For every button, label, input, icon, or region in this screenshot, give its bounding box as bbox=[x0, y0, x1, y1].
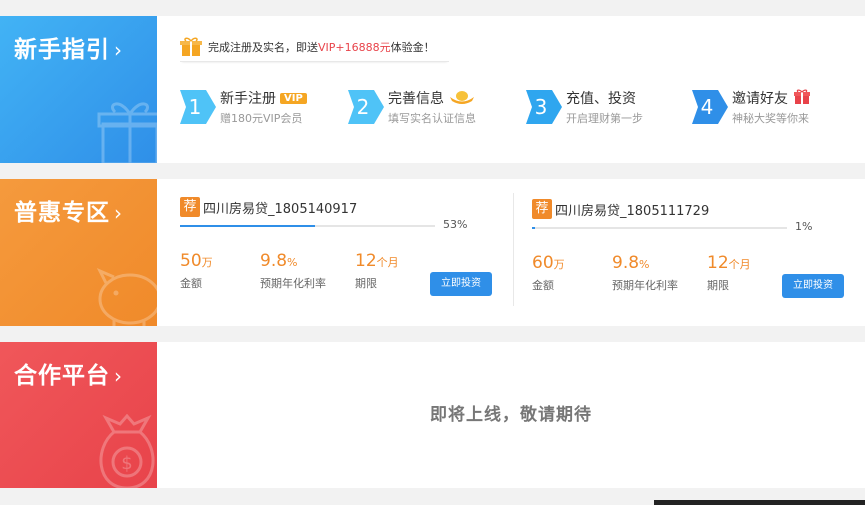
guide-steps: 1 新手注册 VIP 赠180元VIP会员 2 完善信息 填写实名认证信息 3 充… bbox=[180, 88, 840, 128]
recommend-tag: 荐 bbox=[532, 199, 552, 219]
rate-stat: 9.8% 预期年化利率 bbox=[612, 253, 678, 292]
newbie-guide-title[interactable]: 新手指引 › bbox=[14, 30, 123, 64]
product-divider bbox=[513, 193, 514, 306]
rate-stat: 9.8% 预期年化利率 bbox=[260, 251, 326, 290]
progress-label: 1% bbox=[795, 220, 813, 233]
product-name[interactable]: 四川房易贷_1805111729 bbox=[555, 200, 709, 219]
promo-highlight: VIP+16888元 bbox=[318, 40, 391, 54]
money-bag-icon: $ bbox=[99, 414, 155, 488]
progress-fill bbox=[180, 225, 316, 227]
gift-icon bbox=[180, 37, 202, 56]
partner-section: 合作平台 › $ 即将上线，敬请期待 bbox=[0, 342, 865, 488]
coming-soon-text: 即将上线，敬请期待 bbox=[430, 405, 592, 425]
piggy-bank-icon bbox=[96, 268, 157, 326]
progress-bar bbox=[180, 225, 435, 227]
benefits-title[interactable]: 普惠专区 › bbox=[14, 193, 123, 227]
progress-label: 53% bbox=[443, 218, 468, 231]
amount-stat: 50万 金额 bbox=[180, 251, 213, 290]
product-card[interactable]: 荐 四川房易贷_1805140917 53% 50万 金额 9.8% 预期年化利… bbox=[180, 197, 500, 312]
recommend-tag: 荐 bbox=[180, 197, 200, 217]
gift-box-icon bbox=[97, 102, 157, 163]
partner-sidebar[interactable]: 合作平台 › $ bbox=[0, 342, 157, 488]
newbie-guide-sidebar[interactable]: 新手指引 › bbox=[0, 16, 157, 163]
vip-badge: VIP bbox=[280, 93, 307, 104]
newbie-guide-section: 新手指引 › 完成注册及实名，即送 VIP+16888元 体验金！ 1 新手注册 VIP… bbox=[0, 16, 865, 163]
chevron-right-icon: › bbox=[114, 364, 123, 388]
gold-ingot-icon bbox=[450, 91, 475, 104]
product-name[interactable]: 四川房易贷_1805140917 bbox=[203, 198, 357, 217]
progress-fill bbox=[532, 227, 535, 229]
chevron-right-icon: › bbox=[114, 201, 123, 225]
term-stat: 12个月 期限 bbox=[355, 251, 399, 290]
invest-now-button[interactable]: 立即投资 bbox=[782, 274, 844, 298]
bottom-edge bbox=[654, 500, 865, 505]
partner-title[interactable]: 合作平台 › bbox=[14, 356, 123, 390]
term-stat: 12个月 期限 bbox=[707, 253, 751, 292]
product-card[interactable]: 荐 四川房易贷_1805111729 1% 60万 金额 9.8% 预期年化利率… bbox=[532, 199, 852, 314]
amount-stat: 60万 金额 bbox=[532, 253, 565, 292]
chevron-right-icon: › bbox=[114, 38, 123, 62]
benefits-section: 普惠专区 › 荐 四川房易贷_1805140917 53% 50万 金额 9.8%… bbox=[0, 179, 865, 326]
gift-icon bbox=[794, 89, 811, 104]
benefits-sidebar[interactable]: 普惠专区 › bbox=[0, 179, 157, 326]
promo-banner: 完成注册及实名，即送 VIP+16888元 体验金！ bbox=[180, 32, 449, 62]
progress-bar bbox=[532, 227, 787, 229]
svg-text:$: $ bbox=[121, 453, 132, 474]
invest-now-button[interactable]: 立即投资 bbox=[430, 272, 492, 296]
